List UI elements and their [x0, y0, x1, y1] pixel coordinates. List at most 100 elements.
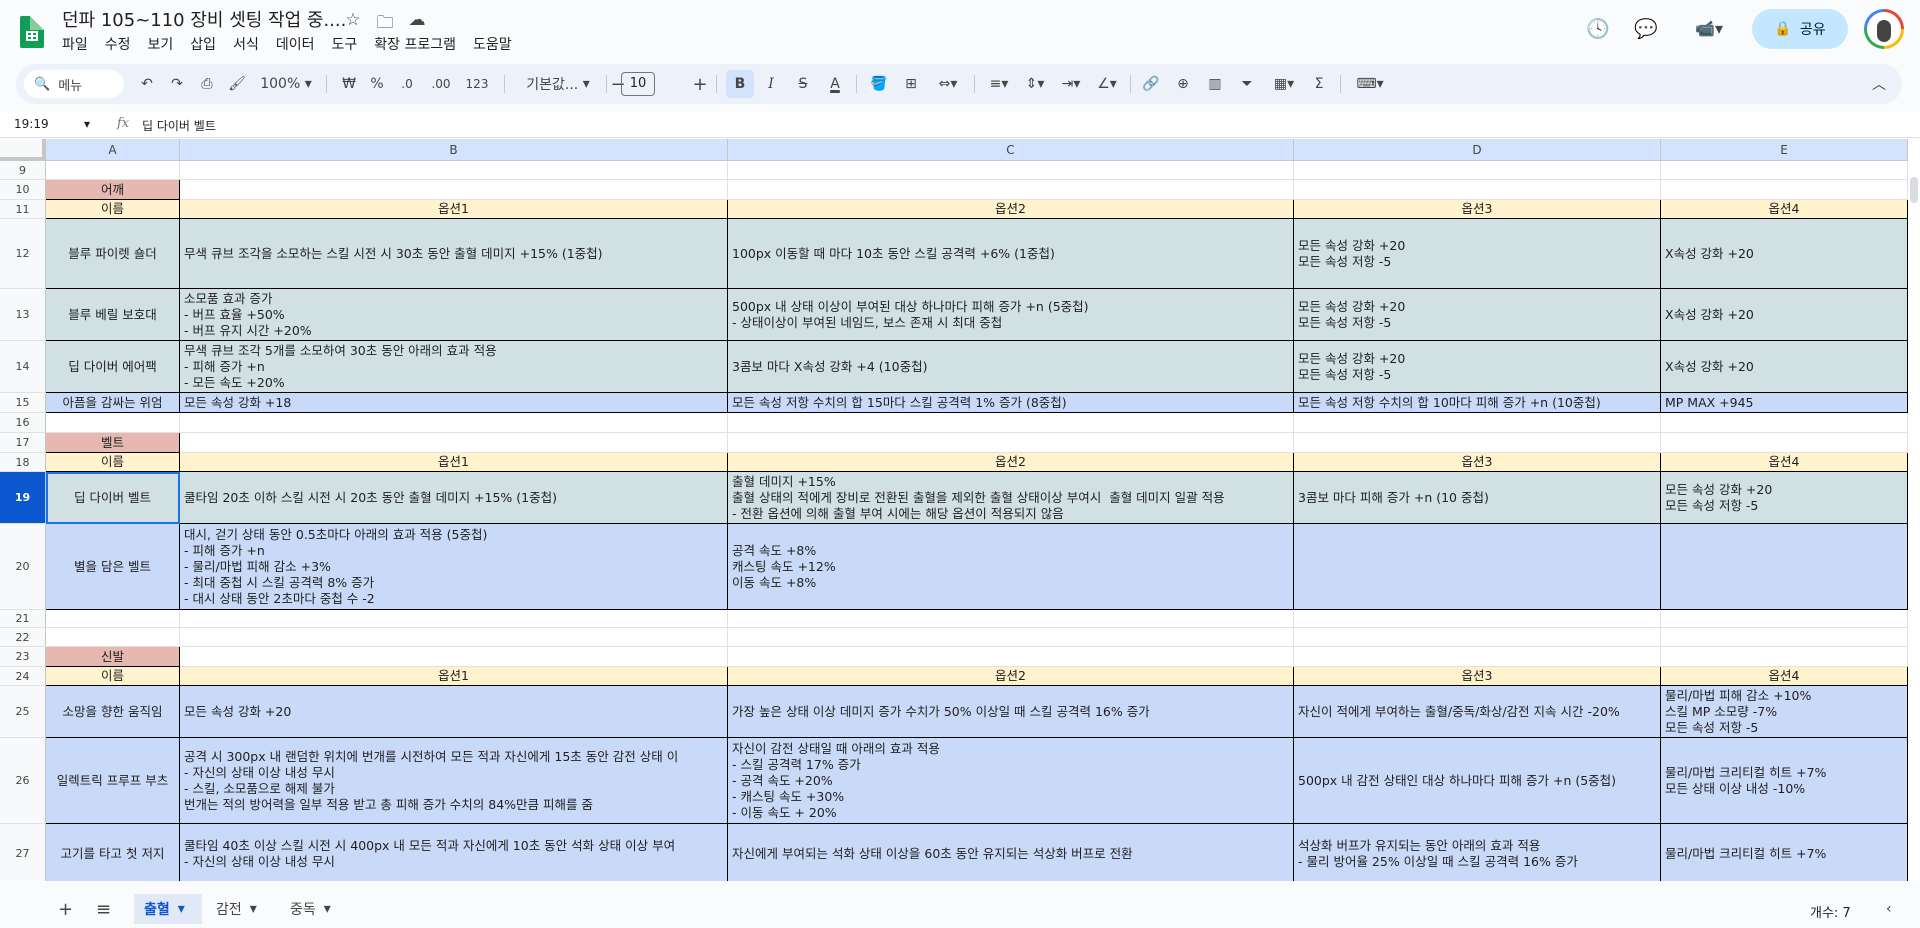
table-cell[interactable]: 옵션1 — [180, 667, 728, 686]
table-cell[interactable]: 블루 파이렛 숄더 — [46, 219, 180, 289]
table-cell[interactable]: 쿨타임 40초 이상 스킬 시전 시 400px 내 모든 적과 자신에게 10… — [180, 824, 728, 881]
table-cell[interactable]: 별을 담은 벨트 — [46, 524, 180, 610]
history-icon[interactable]: 🕓 — [1584, 10, 1612, 46]
italic-button[interactable]: I — [758, 70, 784, 98]
chevron-down-icon[interactable]: ▾ — [178, 901, 185, 917]
table-cell[interactable]: 모든 속성 강화 +20 모든 속성 저항 -5 — [1294, 219, 1661, 289]
table-cell[interactable]: 모든 속성 저항 수치의 합 15마다 스킬 공격력 1% 증가 (8중첩) — [728, 393, 1294, 413]
table-cell[interactable]: MP MAX +945 — [1661, 393, 1908, 413]
row-header[interactable]: 21 — [0, 610, 46, 628]
table-cell[interactable]: 옵션3 — [1294, 453, 1661, 472]
table-cell[interactable]: 옵션4 — [1661, 667, 1908, 686]
table-cell[interactable] — [1294, 180, 1661, 200]
table-cell[interactable] — [1661, 524, 1908, 610]
share-button[interactable]: 🔒 공유 — [1752, 9, 1848, 49]
selection-count[interactable]: 개수: 7 — [1810, 902, 1851, 921]
text-rotation-icon[interactable]: ∠▾ — [1090, 70, 1124, 98]
table-cell[interactable] — [728, 161, 1294, 180]
row-header[interactable]: 24 — [0, 667, 46, 686]
row-header[interactable]: 22 — [0, 628, 46, 647]
table-cell[interactable]: 벨트 — [46, 433, 180, 453]
avatar[interactable] — [1864, 9, 1904, 49]
row-header[interactable]: 11 — [0, 200, 46, 219]
redo-icon[interactable]: ↷ — [164, 70, 190, 98]
add-sheet-icon[interactable]: + — [48, 894, 83, 924]
table-cell[interactable]: 100px 이동할 때 마다 10초 동안 스킬 공격력 +6% (1중첩) — [728, 219, 1294, 289]
table-cell[interactable]: 모든 속성 강화 +20 모든 속성 저항 -5 — [1661, 472, 1908, 524]
table-cell[interactable]: 물리/마법 크리티컬 히트 +7% 모든 상태 이상 내성 -10% — [1661, 738, 1908, 824]
column-header-a[interactable]: A — [46, 139, 180, 161]
table-cell[interactable] — [1661, 413, 1908, 433]
row-header[interactable]: 10 — [0, 180, 46, 200]
table-cell[interactable]: 옵션4 — [1661, 200, 1908, 219]
merge-cells-icon[interactable]: ⇔▾ — [930, 70, 966, 98]
table-cell[interactable] — [1294, 628, 1661, 647]
table-cell[interactable]: 이름 — [46, 667, 180, 686]
comments-icon[interactable]: 💬 — [1632, 10, 1660, 46]
table-cell[interactable]: 무색 큐브 조각 5개를 소모하여 30초 동안 아래의 효과 적용 - 피해 … — [180, 341, 728, 393]
table-cell[interactable]: 쿨타임 20초 이하 스킬 시전 시 20초 동안 출혈 데미지 +15% (1… — [180, 472, 728, 524]
print-icon[interactable]: ⎙ — [194, 70, 220, 98]
table-cell[interactable]: 석상화 버프가 유지되는 동안 아래의 효과 적용 - 물리 방어율 25% 이… — [1294, 824, 1661, 881]
table-cell[interactable]: 옵션1 — [180, 453, 728, 472]
table-cell[interactable]: 옵션2 — [728, 667, 1294, 686]
table-cell[interactable] — [46, 161, 180, 180]
table-cell[interactable]: 가장 높은 상태 이상 데미지 증가 수치가 50% 이상일 때 스킬 공격력 … — [728, 686, 1294, 738]
tab-sheet-1[interactable]: 출혈 ▾ — [134, 894, 202, 924]
table-cell[interactable] — [180, 628, 728, 647]
document-title[interactable]: 던파 105~110 장비 셋팅 작업 중.... — [62, 6, 346, 32]
table-cell[interactable] — [46, 610, 180, 628]
font-select[interactable]: 기본값... ▾ — [516, 70, 600, 98]
table-cell[interactable]: 딥 다이버 에어팩 — [46, 341, 180, 393]
column-header-d[interactable]: D — [1294, 139, 1661, 161]
table-cell[interactable] — [46, 628, 180, 647]
formula-input[interactable]: 딥 다이버 벨트 — [142, 117, 216, 134]
table-cell[interactable]: 옵션2 — [728, 453, 1294, 472]
row-header[interactable]: 12 — [0, 219, 46, 289]
table-cell[interactable]: X속성 강화 +20 — [1661, 219, 1908, 289]
font-size-input[interactable]: 10 — [621, 72, 655, 96]
row-header[interactable]: 20 — [0, 524, 46, 610]
table-cell[interactable]: 소망을 향한 움직임 — [46, 686, 180, 738]
table-cell[interactable]: 일렉트릭 프루프 부츠 — [46, 738, 180, 824]
table-cell[interactable]: 어깨 — [46, 180, 180, 200]
table-cell[interactable] — [1294, 413, 1661, 433]
table-cell[interactable] — [728, 610, 1294, 628]
table-cell[interactable]: 공격 속도 +8% 캐스팅 속도 +12% 이동 속도 +8% — [728, 524, 1294, 610]
table-cell[interactable]: 옵션2 — [728, 200, 1294, 219]
row-header[interactable]: 14 — [0, 341, 46, 393]
table-cell[interactable]: 신발 — [46, 647, 180, 667]
table-cell[interactable] — [1661, 433, 1908, 453]
table-cell[interactable] — [1294, 610, 1661, 628]
table-cell[interactable]: 500px 내 감전 상태인 대상 하나마다 피해 증가 +n (5중첩) — [1294, 738, 1661, 824]
table-cell[interactable]: 3콤보 마다 X속성 강화 +4 (10중첩) — [728, 341, 1294, 393]
table-cell[interactable] — [180, 647, 728, 667]
column-header-e[interactable]: E — [1661, 139, 1908, 161]
table-cell[interactable] — [46, 413, 180, 433]
collapse-toolbar-icon[interactable]: ︿ — [1866, 70, 1892, 98]
row-header[interactable]: 26 — [0, 738, 46, 824]
table-cell[interactable] — [1661, 647, 1908, 667]
table-cell[interactable]: 옵션4 — [1661, 453, 1908, 472]
table-cell[interactable]: 출혈 데미지 +15% 출혈 상태의 적에게 장비로 전환된 출혈을 제외한 출… — [728, 472, 1294, 524]
table-cell[interactable]: 공격 시 300px 내 랜덤한 위치에 번개를 시전하여 모든 적과 자신에게… — [180, 738, 728, 824]
table-cell[interactable]: 500px 내 상태 이상이 부여된 대상 하나마다 피해 증가 +n (5중첩… — [728, 289, 1294, 341]
table-cell[interactable] — [1661, 161, 1908, 180]
table-cell[interactable]: 모든 속성 강화 +18 — [180, 393, 728, 413]
table-cell[interactable] — [1661, 180, 1908, 200]
column-header-c[interactable]: C — [728, 139, 1294, 161]
percent-format-button[interactable]: % — [366, 70, 388, 98]
increase-decimal-button[interactable]: .00 — [426, 70, 456, 98]
table-cell[interactable] — [1294, 433, 1661, 453]
menu-extensions[interactable]: 확장 프로그램 — [374, 34, 465, 54]
table-cell[interactable]: 옵션3 — [1294, 667, 1661, 686]
table-cell[interactable]: 대시, 걷기 상태 동안 0.5초마다 아래의 효과 적용 (5중첩) - 피해… — [180, 524, 728, 610]
table-cell[interactable]: X속성 강화 +20 — [1661, 341, 1908, 393]
filter-views-icon[interactable]: ▦▾ — [1266, 70, 1302, 98]
tab-sheet-2[interactable]: 감전 ▾ — [206, 894, 267, 924]
decrease-decimal-button[interactable]: .0 — [394, 70, 420, 98]
row-header[interactable]: 9 — [0, 161, 46, 180]
row-header[interactable]: 17 — [0, 433, 46, 453]
number-format-button[interactable]: 123 — [462, 70, 492, 98]
table-cell[interactable] — [1294, 161, 1661, 180]
